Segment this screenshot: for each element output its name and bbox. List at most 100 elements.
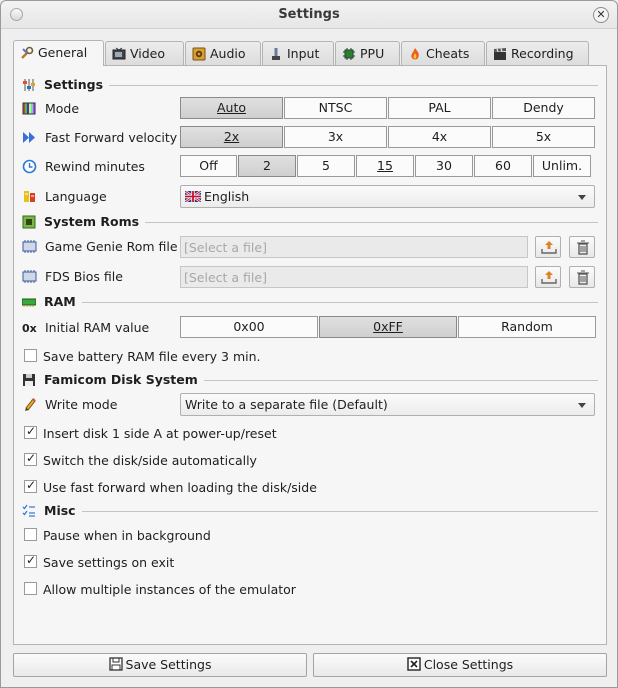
checkbox-box[interactable]: [24, 451, 37, 466]
ff-3x-button[interactable]: 3x: [284, 126, 387, 148]
section-ram: RAM: [22, 294, 598, 310]
speaker-icon: [192, 47, 206, 61]
language-dropdown[interactable]: English: [180, 185, 595, 208]
rewind-2-button[interactable]: 2: [238, 155, 296, 177]
settings-window: Settings ✕ General Video Audio Input PPU…: [0, 0, 618, 688]
rom-chip-icon: [22, 215, 36, 229]
checklist-icon: [22, 504, 35, 517]
tab-label: Video: [130, 46, 166, 61]
ram-0xff-button[interactable]: 0xFF: [319, 316, 457, 338]
clock-icon: [22, 159, 37, 174]
rewind-unlim-button[interactable]: Unlim.: [533, 155, 591, 177]
clapper-icon: [494, 48, 506, 60]
cartridge-icon: [22, 270, 37, 283]
mode-auto-button[interactable]: Auto: [180, 97, 283, 119]
write-mode-value: Write to a separate file (Default): [185, 397, 388, 412]
ram-0x00-button[interactable]: 0x00: [180, 316, 318, 338]
section-misc: Misc: [22, 503, 598, 519]
section-divider: [44, 85, 598, 86]
svg-text:0x: 0x: [22, 322, 37, 335]
joystick-icon: [272, 48, 280, 60]
ram-initial-selector: 0x00 0xFF Random: [180, 316, 597, 338]
tab-label: Input: [287, 46, 320, 61]
cartridge-icon: [22, 240, 37, 253]
fast-forward-icon: [23, 132, 35, 143]
tab-label: Recording: [511, 46, 574, 61]
uk-flag-icon: [185, 191, 201, 202]
gg-file-input[interactable]: [Select a file]: [180, 236, 528, 258]
ff-selector: 2x 3x 4x 5x: [180, 126, 596, 148]
chevron-down-icon: [578, 403, 586, 408]
rewind-60-button[interactable]: 60: [474, 155, 532, 177]
mode-ntsc-button[interactable]: NTSC: [284, 97, 387, 119]
section-divider: [44, 302, 598, 303]
section-fds: Famicom Disk System: [22, 372, 598, 388]
tv-icon: [112, 47, 126, 60]
rewind-selector: Off 2 5 15 30 60 Unlim.: [180, 155, 592, 177]
tab-audio[interactable]: Audio: [185, 41, 261, 66]
fds-file-input[interactable]: [Select a file]: [180, 266, 528, 288]
section-settings: Settings: [22, 77, 598, 93]
section-title: System Roms: [44, 214, 146, 229]
section-title: Famicom Disk System: [44, 372, 204, 387]
section-divider: [44, 511, 598, 512]
chevron-down-icon: [578, 195, 586, 200]
close-settings-button[interactable]: Close Settings: [313, 653, 607, 677]
floppy-disk-icon: [23, 374, 35, 386]
tab-label: Audio: [210, 46, 246, 61]
sliders-icon: [23, 79, 35, 91]
section-title: RAM: [44, 294, 82, 309]
window-title: Settings: [278, 7, 340, 22]
tab-input[interactable]: Input: [262, 41, 334, 66]
window-close-button[interactable]: ✕: [593, 7, 609, 23]
checkbox-box[interactable]: [24, 553, 37, 568]
upload-icon: [541, 241, 557, 254]
tab-ppu[interactable]: PPU: [335, 41, 400, 66]
title-bar: Settings ✕: [1, 1, 617, 29]
ff-5x-button[interactable]: 5x: [492, 126, 595, 148]
gg-clear-button[interactable]: [569, 236, 595, 258]
tab-recording[interactable]: Recording: [486, 41, 589, 66]
checkbox-box[interactable]: [24, 424, 37, 439]
upload-icon: [541, 271, 557, 284]
pencil-icon: [25, 398, 36, 411]
save-settings-button[interactable]: Save Settings: [13, 653, 307, 677]
close-icon: [407, 657, 421, 671]
rewind-5-button[interactable]: 5: [297, 155, 355, 177]
tab-label: General: [38, 45, 88, 60]
color-bars-icon: [22, 102, 36, 115]
rewind-30-button[interactable]: 30: [415, 155, 473, 177]
checkbox-box[interactable]: [24, 582, 37, 595]
tab-general[interactable]: General: [13, 40, 104, 66]
gg-browse-button[interactable]: [535, 236, 561, 258]
general-panel: Settings Mode Auto NTSC PAL Dendy Fast F…: [13, 65, 607, 645]
section-title: Misc: [44, 503, 82, 518]
save-icon: [108, 657, 123, 671]
language-value: English: [204, 189, 250, 204]
checkbox-box[interactable]: [24, 478, 37, 493]
fds-browse-button[interactable]: [535, 266, 561, 288]
tab-label: PPU: [360, 46, 385, 61]
rewind-15-button[interactable]: 15: [356, 155, 414, 177]
write-mode-dropdown[interactable]: Write to a separate file (Default): [180, 393, 595, 416]
ram-icon: [22, 298, 36, 307]
mode-dendy-button[interactable]: Dendy: [492, 97, 595, 119]
ff-4x-button[interactable]: 4x: [388, 126, 491, 148]
tab-video[interactable]: Video: [105, 41, 184, 66]
ram-random-button[interactable]: Random: [458, 316, 596, 338]
section-title: Settings: [44, 77, 110, 92]
chip-icon: [343, 48, 355, 60]
fds-clear-button[interactable]: [569, 266, 595, 288]
checkbox-box[interactable]: [24, 349, 37, 362]
mode-pal-button[interactable]: PAL: [388, 97, 491, 119]
trash-icon: [577, 240, 589, 255]
mode-selector: Auto NTSC PAL Dendy: [180, 97, 596, 119]
ff-2x-button[interactable]: 2x: [180, 126, 283, 148]
rewind-off-button[interactable]: Off: [180, 155, 237, 177]
checkbox-box[interactable]: [24, 528, 37, 541]
section-system-roms: System Roms: [22, 214, 598, 230]
flame-icon: [411, 48, 419, 60]
wrench-icon: [21, 46, 34, 59]
hex-icon: 0x: [22, 322, 37, 335]
tab-cheats[interactable]: Cheats: [401, 41, 485, 66]
